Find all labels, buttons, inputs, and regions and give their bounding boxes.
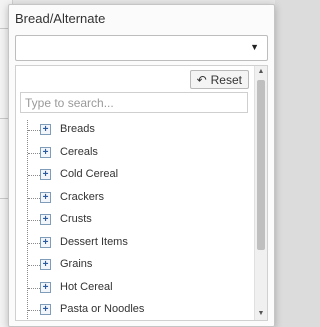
tree-branch-line (28, 130, 40, 131)
scroll-thumb[interactable] (257, 80, 265, 250)
caret-down-icon[interactable]: ▼ (250, 42, 259, 52)
tree-item[interactable]: + Cold Cereal (16, 165, 254, 185)
undo-icon: ↶ (196, 72, 207, 87)
expand-icon[interactable]: + (40, 124, 51, 135)
dropdown-panel: Bread/Alternate ▼ ↶ Reset + Breads + Cereal… (8, 4, 275, 327)
scroll-up-icon[interactable]: ▲ (255, 66, 267, 78)
tree-branch-line (28, 175, 40, 176)
search-input[interactable] (20, 92, 248, 113)
tree-item[interactable]: + Dessert Items (16, 233, 254, 253)
tree-item[interactable]: + Cereals (16, 143, 254, 163)
expand-icon[interactable]: + (40, 236, 51, 248)
tree-item-label: Breads (60, 123, 95, 135)
tree-item-label: Crackers (60, 190, 105, 203)
tree-item-label: Pasta or Noodles (60, 303, 145, 315)
tree-item[interactable]: + Breads (16, 120, 254, 140)
expand-icon[interactable]: + (40, 169, 51, 180)
category-select[interactable]: ▼ (15, 35, 268, 61)
tree-item[interactable]: + Crusts (16, 210, 254, 230)
tree-branch-line (28, 220, 40, 221)
tree-branch-line (28, 287, 40, 289)
tree-item-label: Cereals (60, 145, 98, 158)
tree-list-area: ↶ Reset + Breads + Cereals + Cold Cereal + Crac… (15, 65, 268, 321)
tree-item[interactable]: + Crackers (16, 188, 254, 208)
tree-branch-line (28, 310, 40, 311)
expand-icon[interactable]: + (40, 146, 51, 158)
expand-icon[interactable]: + (40, 191, 51, 203)
tree-branch-line (28, 197, 40, 199)
tree-branch-line (28, 265, 40, 266)
tree-item[interactable]: + Pasta or Noodles (16, 300, 254, 320)
expand-icon[interactable]: + (40, 214, 51, 225)
tree-item-label: Hot Cereal (60, 280, 113, 293)
reset-button[interactable]: ↶ Reset (189, 70, 249, 89)
scrollbar[interactable]: ▲ ▼ (254, 66, 267, 320)
panel-title: Bread/Alternate (15, 11, 106, 26)
tree-item-label: Cold Cereal (60, 168, 119, 180)
tree-item[interactable]: + Hot Cereal (16, 278, 254, 298)
tree-item-label: Grains (60, 258, 93, 270)
tree-item-label: Crusts (60, 213, 92, 225)
tree-branch-line (28, 152, 40, 154)
scroll-down-icon[interactable]: ▼ (255, 308, 267, 320)
tree-branch-line (28, 242, 40, 244)
expand-icon[interactable]: + (40, 304, 51, 315)
tree-item[interactable]: + Grains (16, 255, 254, 275)
reset-label: Reset (210, 72, 242, 87)
expand-icon[interactable]: + (40, 259, 51, 270)
expand-icon[interactable]: + (40, 281, 51, 293)
tree-item-label: Dessert Items (60, 235, 128, 248)
